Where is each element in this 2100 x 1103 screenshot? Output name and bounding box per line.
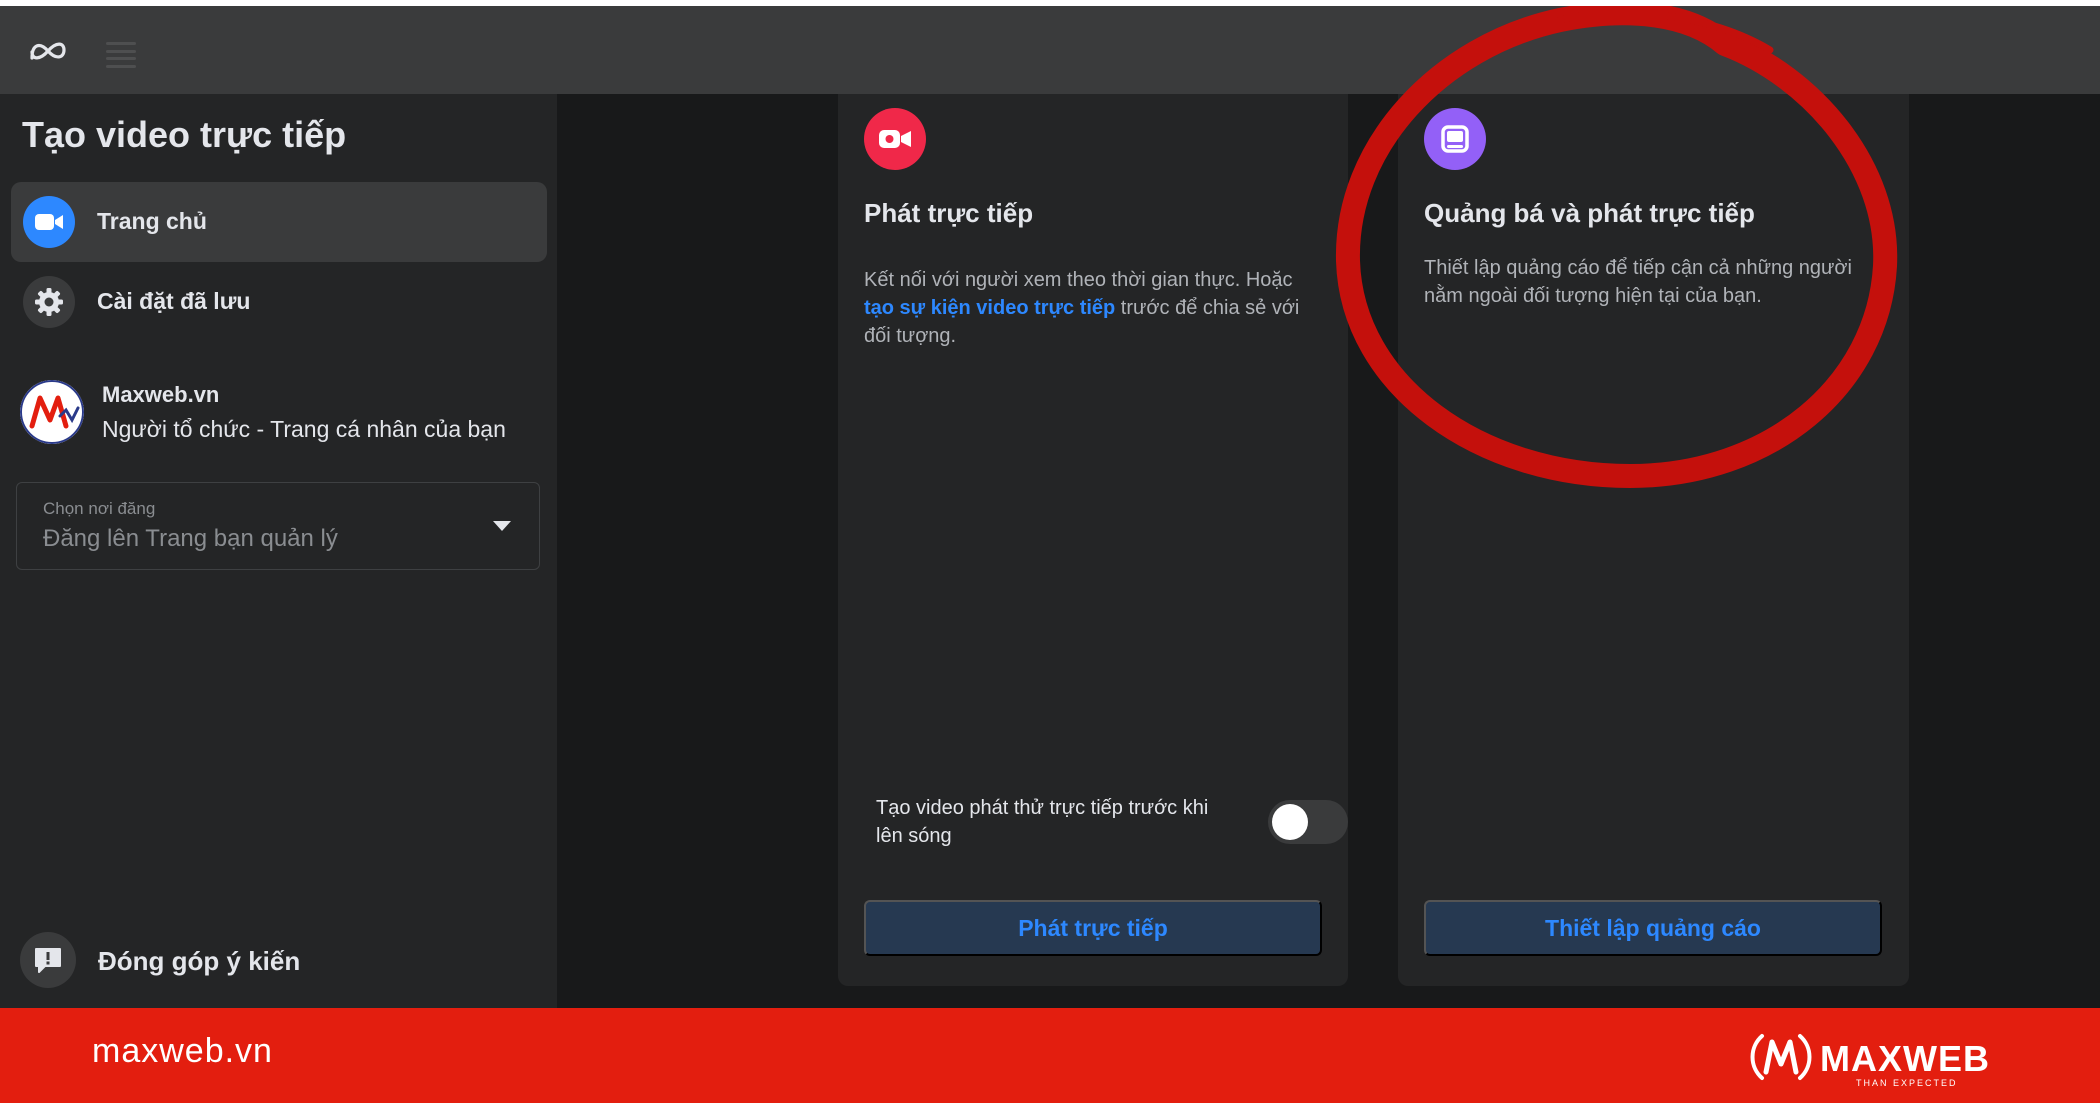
card-description-text: Kết nối với người xem theo thời gian thự…	[864, 269, 1293, 291]
video-camera-icon	[864, 108, 926, 170]
maxweb-logo-icon	[1750, 1034, 1812, 1080]
top-bar	[0, 6, 2100, 94]
menu-icon[interactable]	[106, 42, 136, 68]
footer-url: maxweb.vn	[92, 1032, 273, 1070]
card-promote-live: Quảng bá và phát trực tiếp Thiết lập quả…	[1398, 94, 1909, 986]
card-title: Phát trực tiếp	[864, 198, 1034, 228]
toggle-label: Tạo video phát thử trực tiếp trước khi l…	[876, 797, 1209, 847]
sidebar-item-home[interactable]: Trang chủ	[11, 182, 547, 262]
select-label: Chọn nơi đăng	[43, 499, 156, 518]
setup-ad-button[interactable]: Thiết lập quảng cáo	[1424, 900, 1882, 956]
feedback-button[interactable]: Đóng góp ý kiến	[20, 932, 420, 992]
sidebar-item-saved-settings[interactable]: Cài đặt đã lưu	[11, 262, 547, 342]
card-description: Kết nối với người xem theo thời gian thự…	[864, 266, 1324, 350]
test-broadcast-toggle[interactable]	[1268, 800, 1348, 844]
sidebar: Tạo video trực tiếp Trang chủ Cài đặt đã…	[0, 94, 557, 1008]
chevron-down-icon	[493, 521, 511, 531]
toggle-knob	[1272, 804, 1308, 840]
footer-banner: maxweb.vn MAXWEB THAN EXPECTED	[0, 1008, 2100, 1103]
card-title: Quảng bá và phát trực tiếp	[1424, 198, 1755, 228]
go-live-button[interactable]: Phát trực tiếp	[864, 900, 1322, 956]
brand-tagline: THAN EXPECTED	[1856, 1078, 1958, 1088]
card-description: Thiết lập quảng cáo để tiếp cận cả những…	[1424, 257, 1852, 307]
gear-icon	[23, 276, 75, 328]
profile-subtitle: Người tổ chức - Trang cá nhân của bạn	[102, 416, 506, 442]
sidebar-item-label: Cài đặt đã lưu	[97, 288, 251, 314]
create-live-event-link[interactable]: tạo sự kiện video trực tiếp	[864, 297, 1115, 319]
post-location-select[interactable]: Chọn nơi đăng Đăng lên Trang bạn quản lý	[16, 482, 540, 570]
brand-name: MAXWEB	[1820, 1038, 1990, 1079]
page-title: Tạo video trực tiếp	[22, 114, 347, 155]
test-broadcast-setting: Tạo video phát thử trực tiếp trước khi l…	[876, 794, 1348, 854]
profile-entry[interactable]: Maxweb.vn Người tổ chức - Trang cá nhân …	[20, 380, 550, 460]
brand-logo: MAXWEB THAN EXPECTED	[1748, 1024, 1990, 1090]
sidebar-item-label: Trang chủ	[97, 208, 207, 234]
avatar	[20, 380, 84, 444]
ad-screen-icon	[1424, 108, 1486, 170]
profile-name: Maxweb.vn	[102, 382, 220, 407]
meta-logo-icon[interactable]	[28, 36, 68, 66]
card-go-live: Phát trực tiếp Kết nối với người xem the…	[838, 94, 1348, 986]
select-value: Đăng lên Trang bạn quản lý	[43, 525, 338, 552]
feedback-icon	[20, 932, 76, 988]
video-camera-icon	[23, 196, 75, 248]
feedback-label: Đóng góp ý kiến	[98, 946, 301, 976]
